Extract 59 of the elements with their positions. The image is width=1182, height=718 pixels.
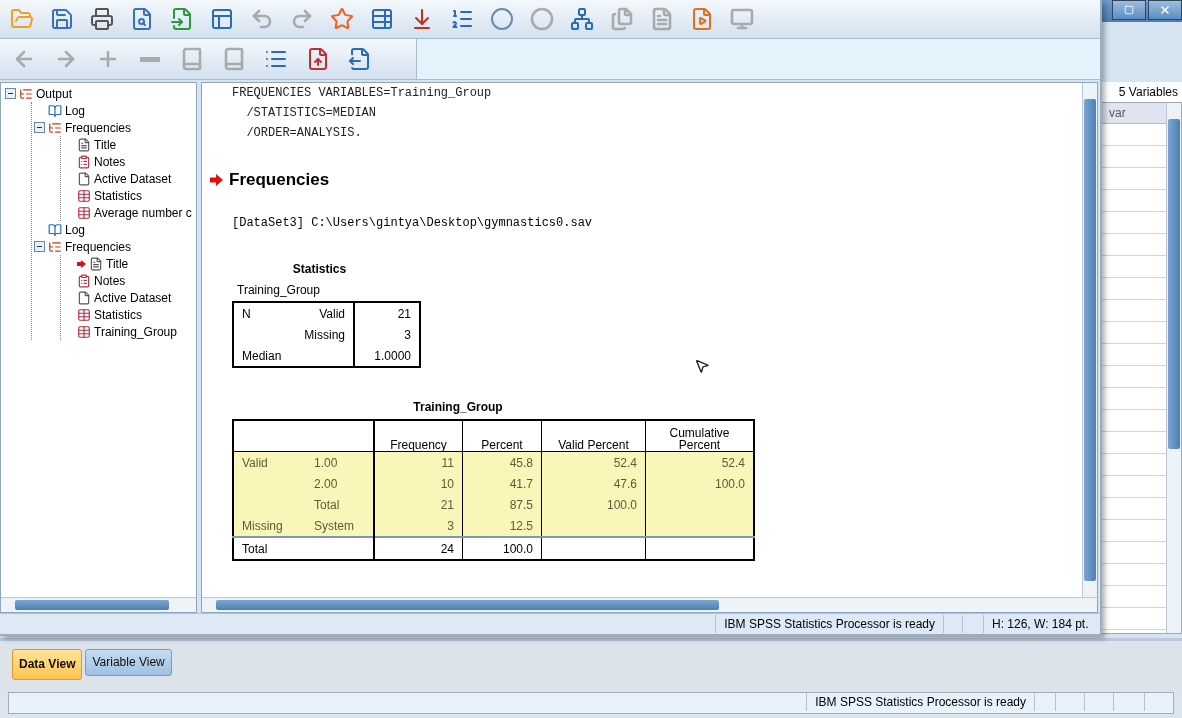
table-cell: 100.0 (645, 473, 754, 494)
outline-item[interactable]: Active Dataset (94, 171, 172, 186)
outline-item[interactable]: Log (65, 103, 86, 118)
dataset-path: [DataSet3] C:\Users\gintya\Desktop\gymnastics0.sav (232, 216, 594, 230)
table-cell: Valid (233, 451, 306, 473)
table-cell: 41.7 (462, 473, 542, 494)
table-cell: Total (233, 537, 306, 560)
column-header: Frequency (374, 420, 463, 452)
outline-item[interactable]: Notes (94, 154, 126, 169)
syntax-line: /ORDER=ANALYSIS. (245, 125, 363, 142)
table-cell: Missing (233, 515, 306, 537)
table-cell: 2.00 (306, 473, 374, 494)
table-cell: 47.6 (541, 473, 646, 494)
outline-item[interactable]: Notes (94, 273, 126, 288)
table-cell: 100.0 (462, 537, 542, 560)
table-cell: 24 (374, 537, 463, 560)
outline-item[interactable]: Statistics (94, 307, 142, 322)
view-tab[interactable]: Data View (12, 649, 83, 680)
outline-item[interactable]: Log (65, 222, 86, 237)
table-cell: System (306, 515, 374, 537)
column-header: Cumulative Percent (645, 420, 754, 452)
syntax-line: /STATISTICS=MEDIAN (245, 105, 378, 122)
table-cell: Total (306, 494, 374, 515)
table-title: Training_Group (412, 400, 504, 414)
column-header: Valid Percent (541, 420, 646, 452)
table-title: Statistics (291, 262, 348, 276)
table-subtitle: Training_Group (237, 283, 321, 297)
variable-count: 5 Variables (1100, 82, 1182, 102)
table-cell: 100.0 (541, 494, 646, 515)
outline-item[interactable]: Title (94, 137, 117, 152)
table-cell: 87.5 (462, 494, 542, 515)
column-header: var (1101, 103, 1166, 124)
outline-item[interactable]: Active Dataset (94, 290, 172, 305)
table-cell: Missing (290, 324, 354, 345)
status-text: H: 126, W: 184 pt. (983, 615, 1100, 633)
outline-item[interactable]: Frequencies (65, 120, 132, 135)
table-cell: 1.0000 (354, 345, 420, 367)
outline-item[interactable]: Training_Group (94, 324, 177, 339)
table-cell: 10 (374, 473, 463, 494)
status-text: IBM SPSS Statistics Processor is ready (715, 615, 943, 633)
section-heading: Frequencies (229, 170, 330, 190)
outline-item[interactable]: Output (36, 86, 73, 101)
table-cell: 1.00 (306, 451, 374, 473)
status-text: IBM SPSS Statistics Processor is ready (806, 693, 1034, 712)
table-cell: Median (233, 345, 290, 367)
table-cell: 3 (354, 324, 420, 345)
column-header: Percent (462, 420, 542, 452)
table-cell: 21 (354, 302, 420, 324)
syntax-line: FREQUENCIES VARIABLES=Training_Group (232, 85, 493, 102)
table-cell: Valid (290, 302, 354, 324)
table-cell: 12.5 (462, 515, 542, 537)
outline-item[interactable]: Frequencies (65, 239, 132, 254)
outline-item[interactable]: Statistics (94, 188, 142, 203)
table-cell: N (233, 302, 290, 324)
view-tab[interactable]: Variable View (85, 649, 172, 676)
outline-item[interactable]: Title (106, 256, 129, 271)
table-cell: 3 (374, 515, 463, 537)
outline-item[interactable]: Average number c (94, 205, 192, 220)
table-cell: 21 (374, 494, 463, 515)
